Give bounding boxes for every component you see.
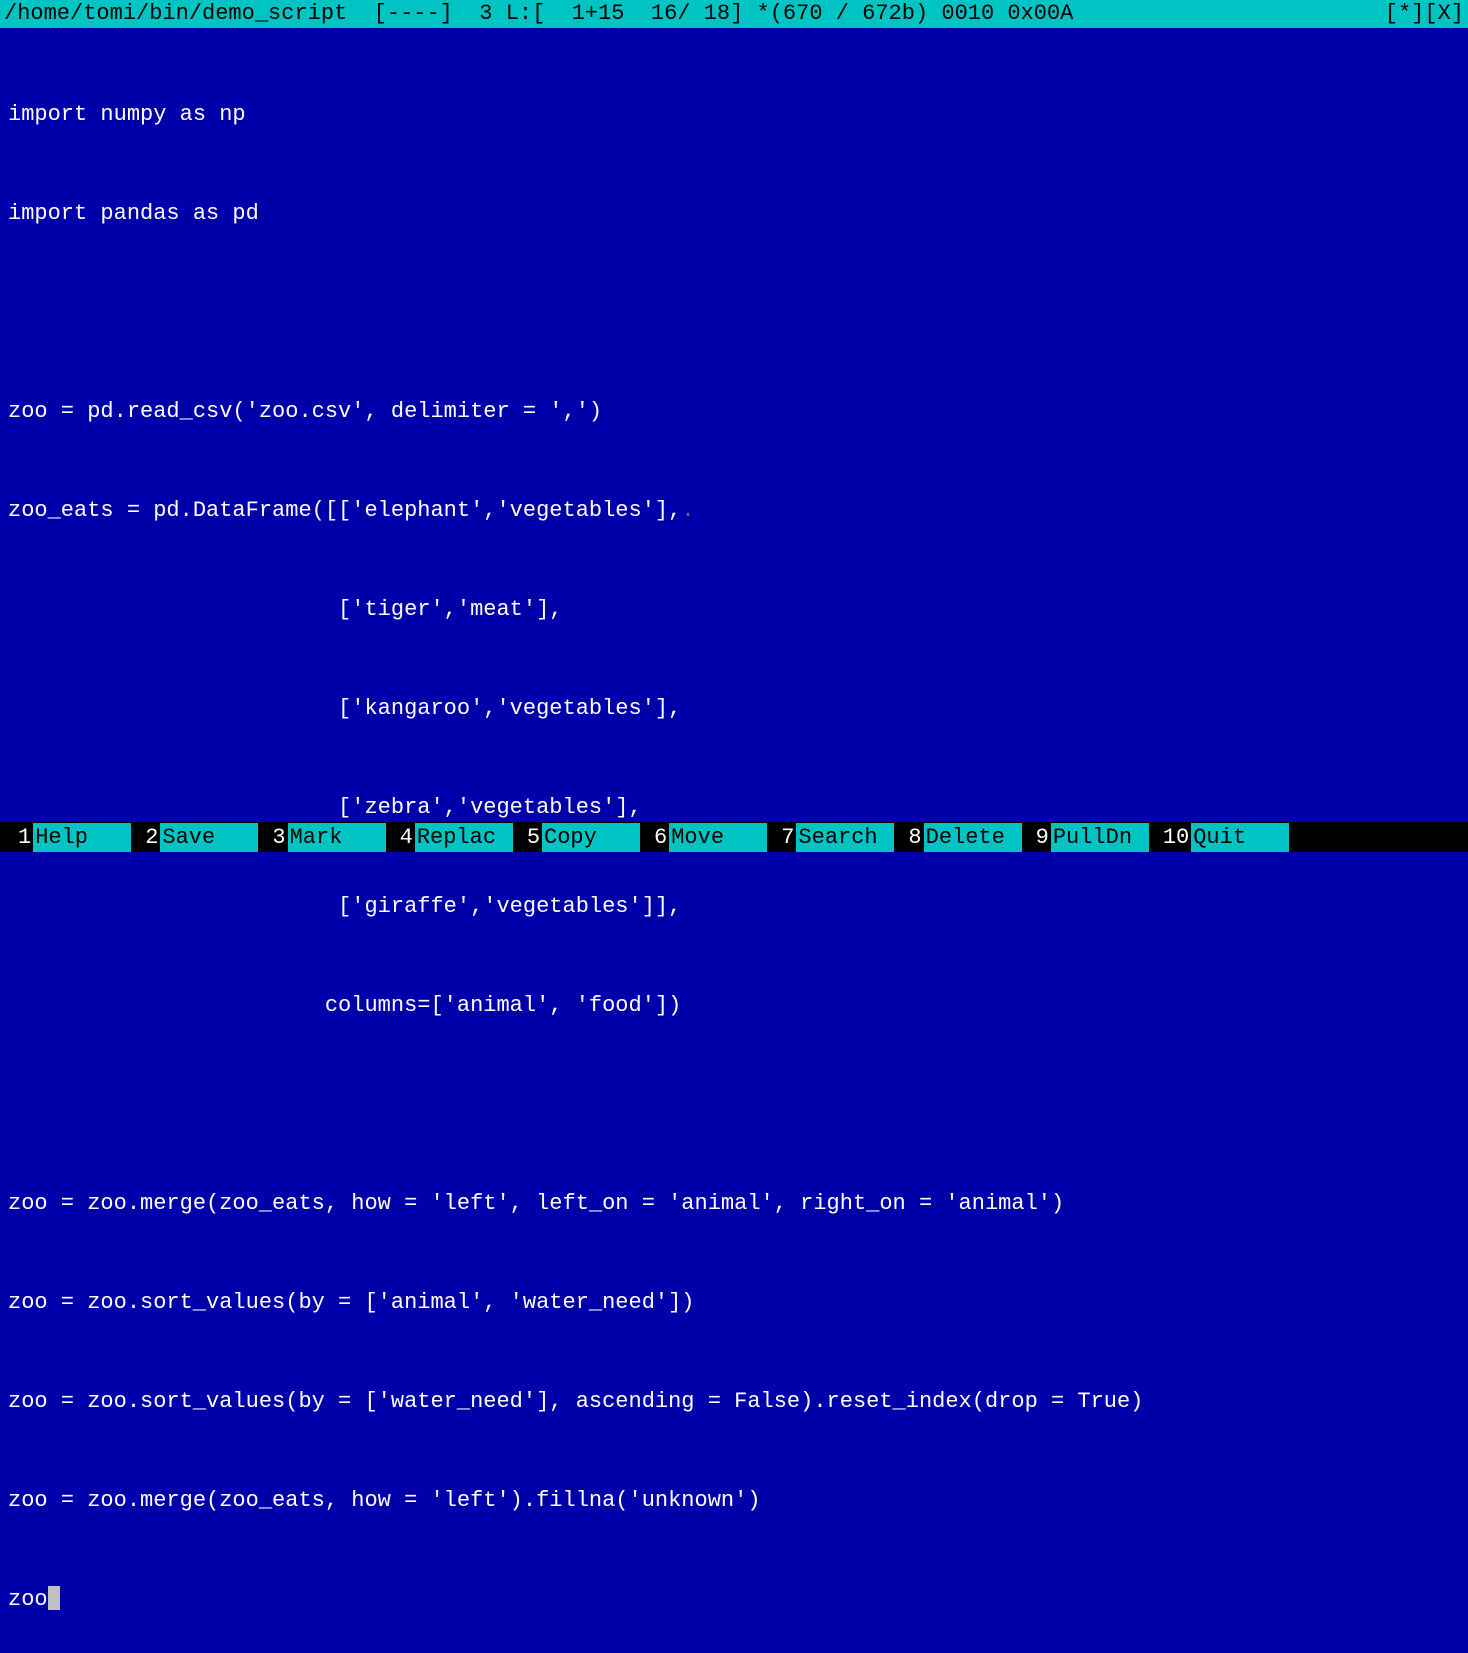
code-line: import pandas as pd — [8, 197, 1460, 230]
fkey-number: 4 — [386, 823, 415, 852]
code-line: zoo = zoo.sort_values(by = ['animal', 'w… — [8, 1286, 1460, 1319]
fkey-number: 1 — [0, 823, 33, 852]
fkey-number: 10 — [1149, 823, 1191, 852]
fkey-label: Move — [669, 823, 767, 852]
code-line: zoo_eats = pd.DataFrame([['elephant','ve… — [8, 494, 1460, 527]
fkey-number: 5 — [513, 823, 542, 852]
fkey-replace[interactable]: 4Replac — [386, 823, 513, 852]
fkey-help[interactable]: 1Help — [0, 823, 131, 852]
fkey-mark[interactable]: 3Mark — [258, 823, 385, 852]
fkey-label: Help — [33, 823, 131, 852]
fkey-label: Replac — [415, 823, 513, 852]
function-key-bar: 1Help 2Save 3Mark 4Replac 5Copy 6Move 7S… — [0, 822, 1468, 852]
cursor-line: zoo — [8, 1583, 1460, 1616]
code-line — [8, 296, 1460, 329]
fkey-label: Delete — [924, 823, 1022, 852]
continuation-dot: . — [681, 498, 694, 523]
code-line: ['zebra','vegetables'], — [8, 791, 1460, 824]
fkey-label: Quit — [1191, 823, 1289, 852]
fkey-number: 7 — [767, 823, 796, 852]
fkey-search[interactable]: 7Search — [767, 823, 894, 852]
fkey-label: PullDn — [1051, 823, 1149, 852]
fkey-save[interactable]: 2Save — [131, 823, 258, 852]
code-line — [8, 1088, 1460, 1121]
code-line: ['kangaroo','vegetables'], — [8, 692, 1460, 725]
fkey-number: 2 — [131, 823, 160, 852]
code-line: zoo = zoo.merge(zoo_eats, how = 'left', … — [8, 1187, 1460, 1220]
fkey-label: Copy — [542, 823, 640, 852]
code-line: zoo = zoo.sort_values(by = ['water_need'… — [8, 1385, 1460, 1418]
file-status: [----] 3 L:[ 1+15 16/ 18] *(670 / 672b) … — [347, 1, 1073, 26]
code-line: import numpy as np — [8, 98, 1460, 131]
fkey-number: 9 — [1022, 823, 1051, 852]
fkey-label: Save — [160, 823, 258, 852]
fkey-label: Mark — [288, 823, 386, 852]
text-cursor — [48, 1586, 60, 1610]
fkey-number: 6 — [640, 823, 669, 852]
fkey-copy[interactable]: 5Copy — [513, 823, 640, 852]
fkey-move[interactable]: 6Move — [640, 823, 767, 852]
code-line: zoo = pd.read_csv('zoo.csv', delimiter =… — [8, 395, 1460, 428]
fkey-pulldn[interactable]: 9PullDn — [1022, 823, 1149, 852]
code-line: ['giraffe','vegetables']], — [8, 890, 1460, 923]
fkey-delete[interactable]: 8Delete — [894, 823, 1021, 852]
titlebar-left: /home/tomi/bin/demo_script [----] 3 L:[ … — [4, 0, 1073, 28]
titlebar-right[interactable]: [*][X] — [1385, 0, 1464, 28]
code-line: zoo = zoo.merge(zoo_eats, how = 'left').… — [8, 1484, 1460, 1517]
code-line: columns=['animal', 'food']) — [8, 989, 1460, 1022]
fkey-quit[interactable]: 10Quit — [1149, 823, 1289, 852]
fkey-number: 8 — [894, 823, 923, 852]
fkey-label: Search — [796, 823, 894, 852]
title-bar: /home/tomi/bin/demo_script [----] 3 L:[ … — [0, 0, 1468, 28]
code-line: ['tiger','meat'], — [8, 593, 1460, 626]
fkey-number: 3 — [258, 823, 287, 852]
file-path: /home/tomi/bin/demo_script — [4, 1, 347, 26]
